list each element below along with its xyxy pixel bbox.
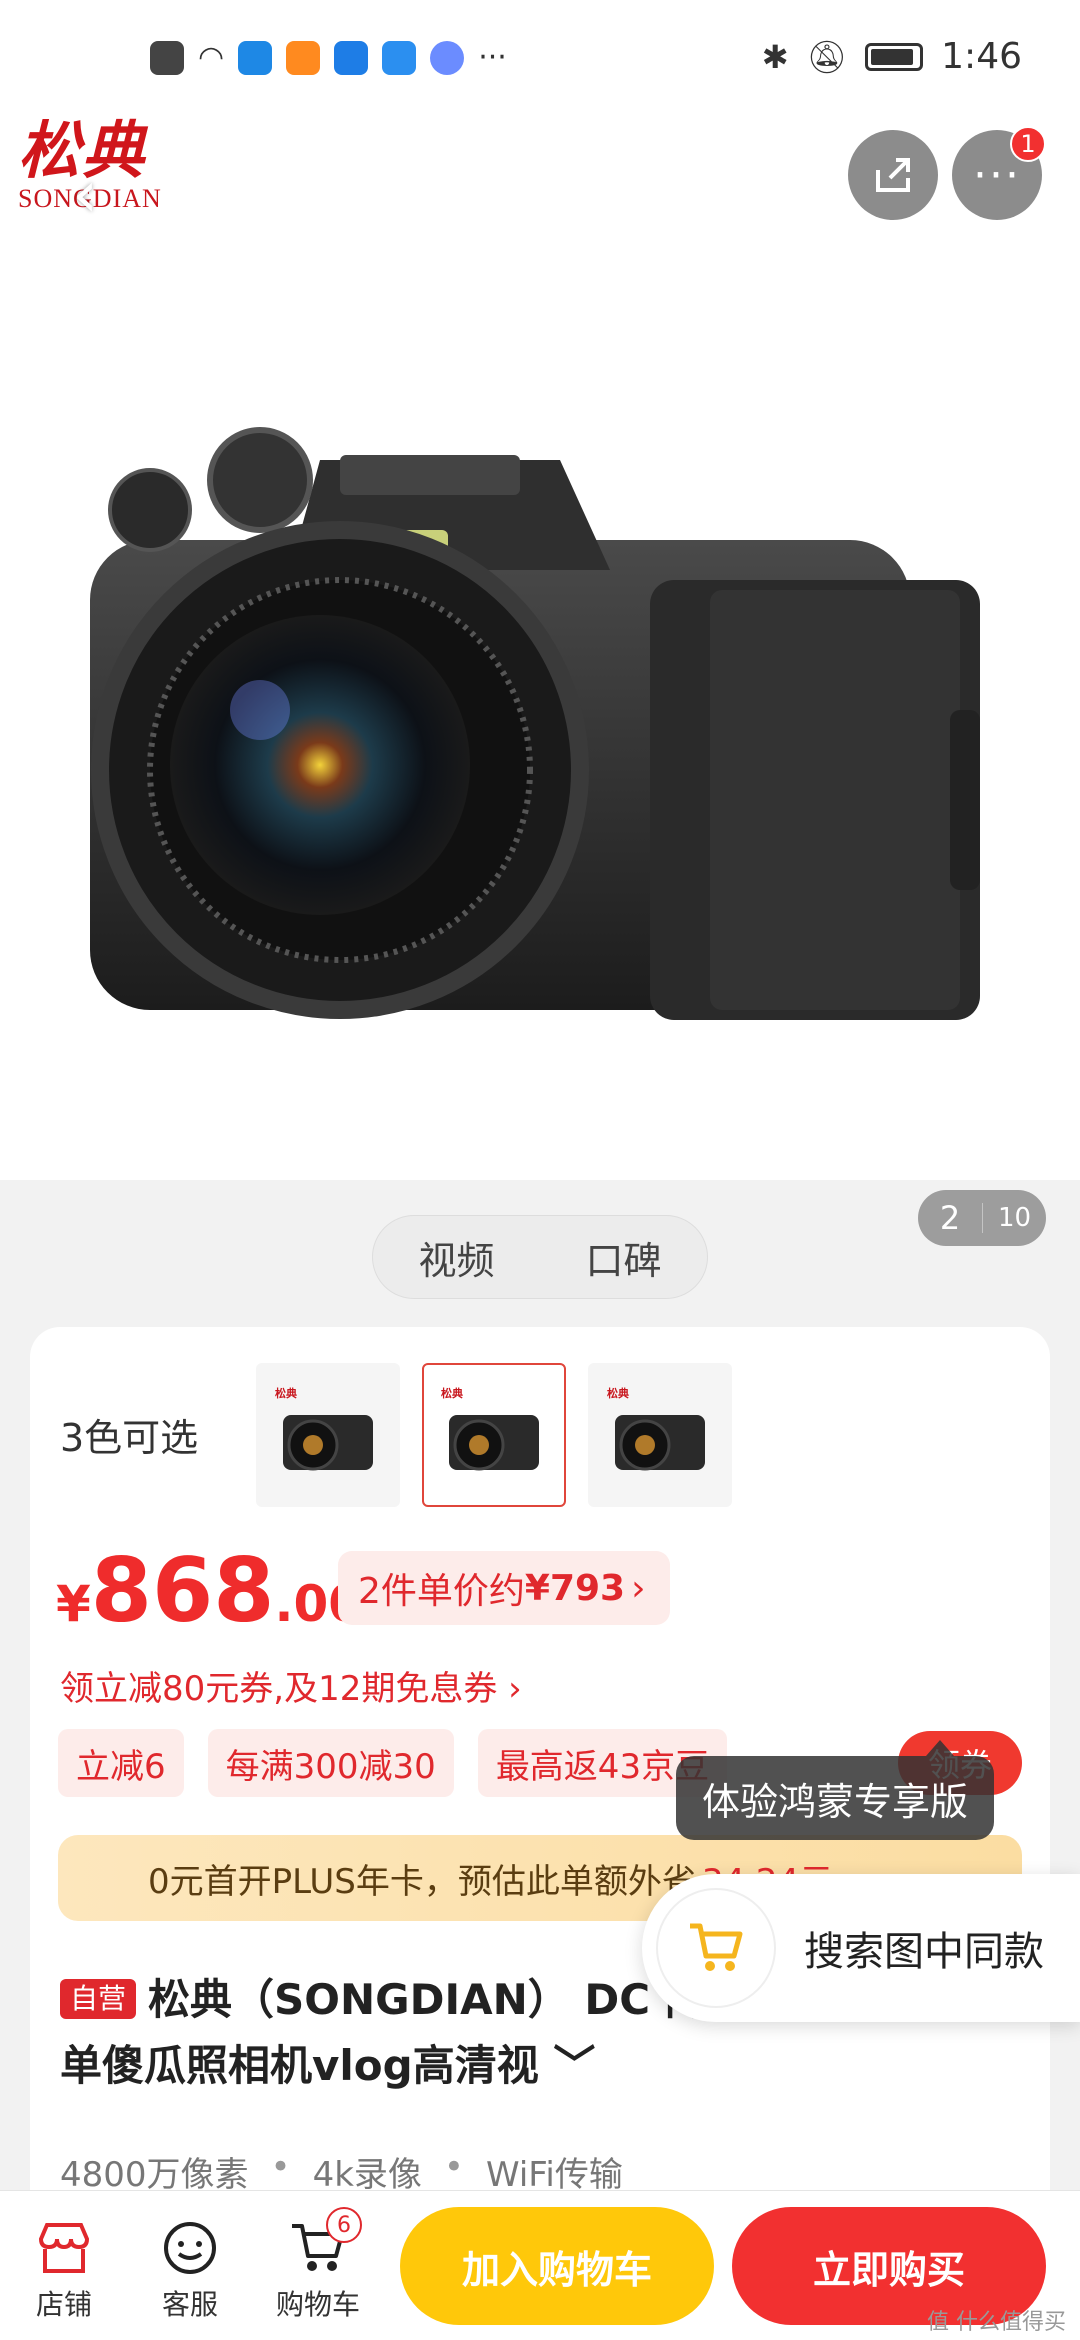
self-operated-badge: 自营: [60, 1979, 137, 2019]
video-app-icon: [286, 40, 321, 75]
tips-icon: [334, 40, 369, 75]
color-thumb-selected[interactable]: 松典: [422, 1363, 566, 1507]
color-options-label[interactable]: 3色可选: [60, 1407, 198, 1462]
bluetooth-icon: ✱: [761, 37, 789, 76]
nav-customer-service[interactable]: 客服: [140, 2213, 240, 2323]
bottom-action-bar: 店铺 客服 6 购物车 加入购物车 立即购买 值 什么值得买: [0, 2190, 1080, 2340]
search-app-icon: [382, 40, 417, 75]
music-icon: [430, 40, 465, 75]
share-icon: [876, 158, 910, 192]
promo-tag[interactable]: 每满300减30: [207, 1729, 454, 1797]
battery-icon: [865, 42, 924, 71]
coupon-link[interactable]: 领立减80元券,及12期免息券 ›: [60, 1661, 522, 1710]
nav-cart[interactable]: 6 购物车: [268, 2207, 368, 2323]
tab-video[interactable]: 视频: [418, 1230, 494, 1285]
back-button[interactable]: ‹: [40, 150, 130, 240]
promo-tags: 立减6 每满300减30 最高返43京豆: [58, 1729, 728, 1797]
product-gallery[interactable]: 2 10: [0, 120, 1080, 1246]
svg-text:松典: 松典: [607, 1386, 629, 1400]
color-thumb[interactable]: 松典: [256, 1363, 400, 1507]
system-status: ✱ 🔕︎ 1:46: [762, 36, 1022, 77]
color-thumb[interactable]: 松典: [588, 1363, 732, 1507]
cart-icon: [656, 1888, 776, 2008]
mute-icon: 🔕︎: [806, 37, 848, 76]
watermark: 值 什么值得买: [927, 2310, 1066, 2335]
nav-store[interactable]: 店铺: [14, 2213, 114, 2323]
add-to-cart-button[interactable]: 加入购物车: [400, 2207, 714, 2325]
tab-reviews[interactable]: 口碑: [585, 1230, 661, 1285]
share-button[interactable]: [848, 130, 938, 220]
camera-thumbnail: 松典: [275, 1386, 373, 1471]
svg-text:松典: 松典: [441, 1386, 463, 1400]
status-bar: ◠ ··· ✱ 🔕︎ 1:46: [0, 0, 1080, 120]
camera-thumbnail: 松典: [607, 1386, 705, 1471]
cart-badge: 6: [326, 2207, 362, 2243]
chevron-right-icon: ›: [631, 1567, 646, 1609]
chevron-left-icon: ‹: [72, 158, 98, 232]
image-search-label: 搜索图中同款: [804, 1929, 1044, 1975]
gallery-total: 10: [982, 1203, 1046, 1233]
promo-tag[interactable]: 立减6: [58, 1729, 184, 1797]
color-thumbnails: 松典 松典 松典: [256, 1363, 732, 1507]
clock: 1:46: [941, 36, 1022, 77]
svg-text:松典: 松典: [275, 1386, 297, 1400]
harmony-tooltip[interactable]: 体验鸿蒙专享版: [676, 1740, 995, 1840]
gallery-pager: 2 10: [918, 1190, 1046, 1246]
store-icon: [14, 2213, 114, 2283]
feature-item: 4800万像素: [60, 2155, 249, 2195]
more-badge: 1: [1010, 126, 1046, 162]
more-icon: ···: [973, 149, 1021, 201]
more-notifications-icon: ···: [478, 40, 507, 75]
customer-service-icon: [140, 2213, 240, 2283]
multi-unit-price-chip[interactable]: 2件单价约 ¥793 ›: [338, 1551, 670, 1625]
feature-item: 4k录像: [312, 2155, 422, 2195]
wifi-icon: ◠: [198, 40, 225, 75]
price: ¥ 868 .00: [56, 1539, 364, 1642]
camera-product-image: [90, 427, 980, 1020]
alert-icon: [150, 40, 184, 75]
cloud-icon: [238, 40, 273, 75]
feature-list: 4800万像素 • 4k录像 • WiFi传输: [60, 2147, 623, 2195]
image-search-button[interactable]: 搜索图中同款: [642, 1874, 1080, 2022]
gallery-current: 2: [939, 1199, 961, 1237]
cart-icon: 6: [268, 2207, 368, 2283]
more-button[interactable]: ··· 1: [952, 126, 1046, 220]
camera-thumbnail: 松典: [441, 1386, 539, 1471]
feature-item: WiFi传输: [485, 2155, 623, 2195]
media-tabs: 视频 口碑: [372, 1215, 708, 1299]
notification-icons: ◠ ···: [150, 40, 507, 75]
